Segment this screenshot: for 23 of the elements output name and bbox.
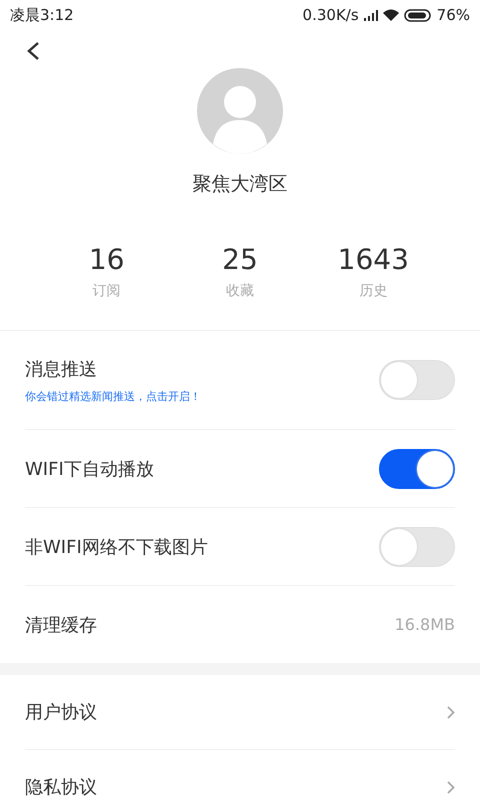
user-name: 聚焦大湾区 [192,172,288,197]
status-time: 凌晨3:12 [10,6,74,24]
link-label[interactable]: 用户协议 [25,700,97,724]
chevron-right-icon [447,780,455,794]
stat-value[interactable]: 16 [88,243,124,276]
battery-icon [404,8,432,22]
battery-level: 76% [436,6,470,24]
setting-label: 消息推送 [25,358,98,380]
signal-icon [364,10,378,20]
chevron-right-icon [447,706,455,718]
back-icon[interactable] [26,41,40,61]
stat-value[interactable]: 25 [222,243,258,276]
setting-label: 非WIFI网络不下载图片 [25,536,208,558]
setting-label: WIFI下自动播放 [25,458,154,480]
link-label[interactable]: 隐私协议 [25,775,97,799]
network-speed: 0.30K/s [302,6,359,24]
toggle-switch[interactable] [379,448,455,488]
stat-value[interactable]: 1643 [338,243,409,276]
wifi-icon [382,9,399,21]
setting-hint[interactable]: 你会错过精选新闻推送，点击开启！ [25,388,201,404]
setting-label: 清理缓存 [25,614,97,636]
avatar-icon [197,68,283,154]
cache-size: 16.8MB [394,615,455,634]
